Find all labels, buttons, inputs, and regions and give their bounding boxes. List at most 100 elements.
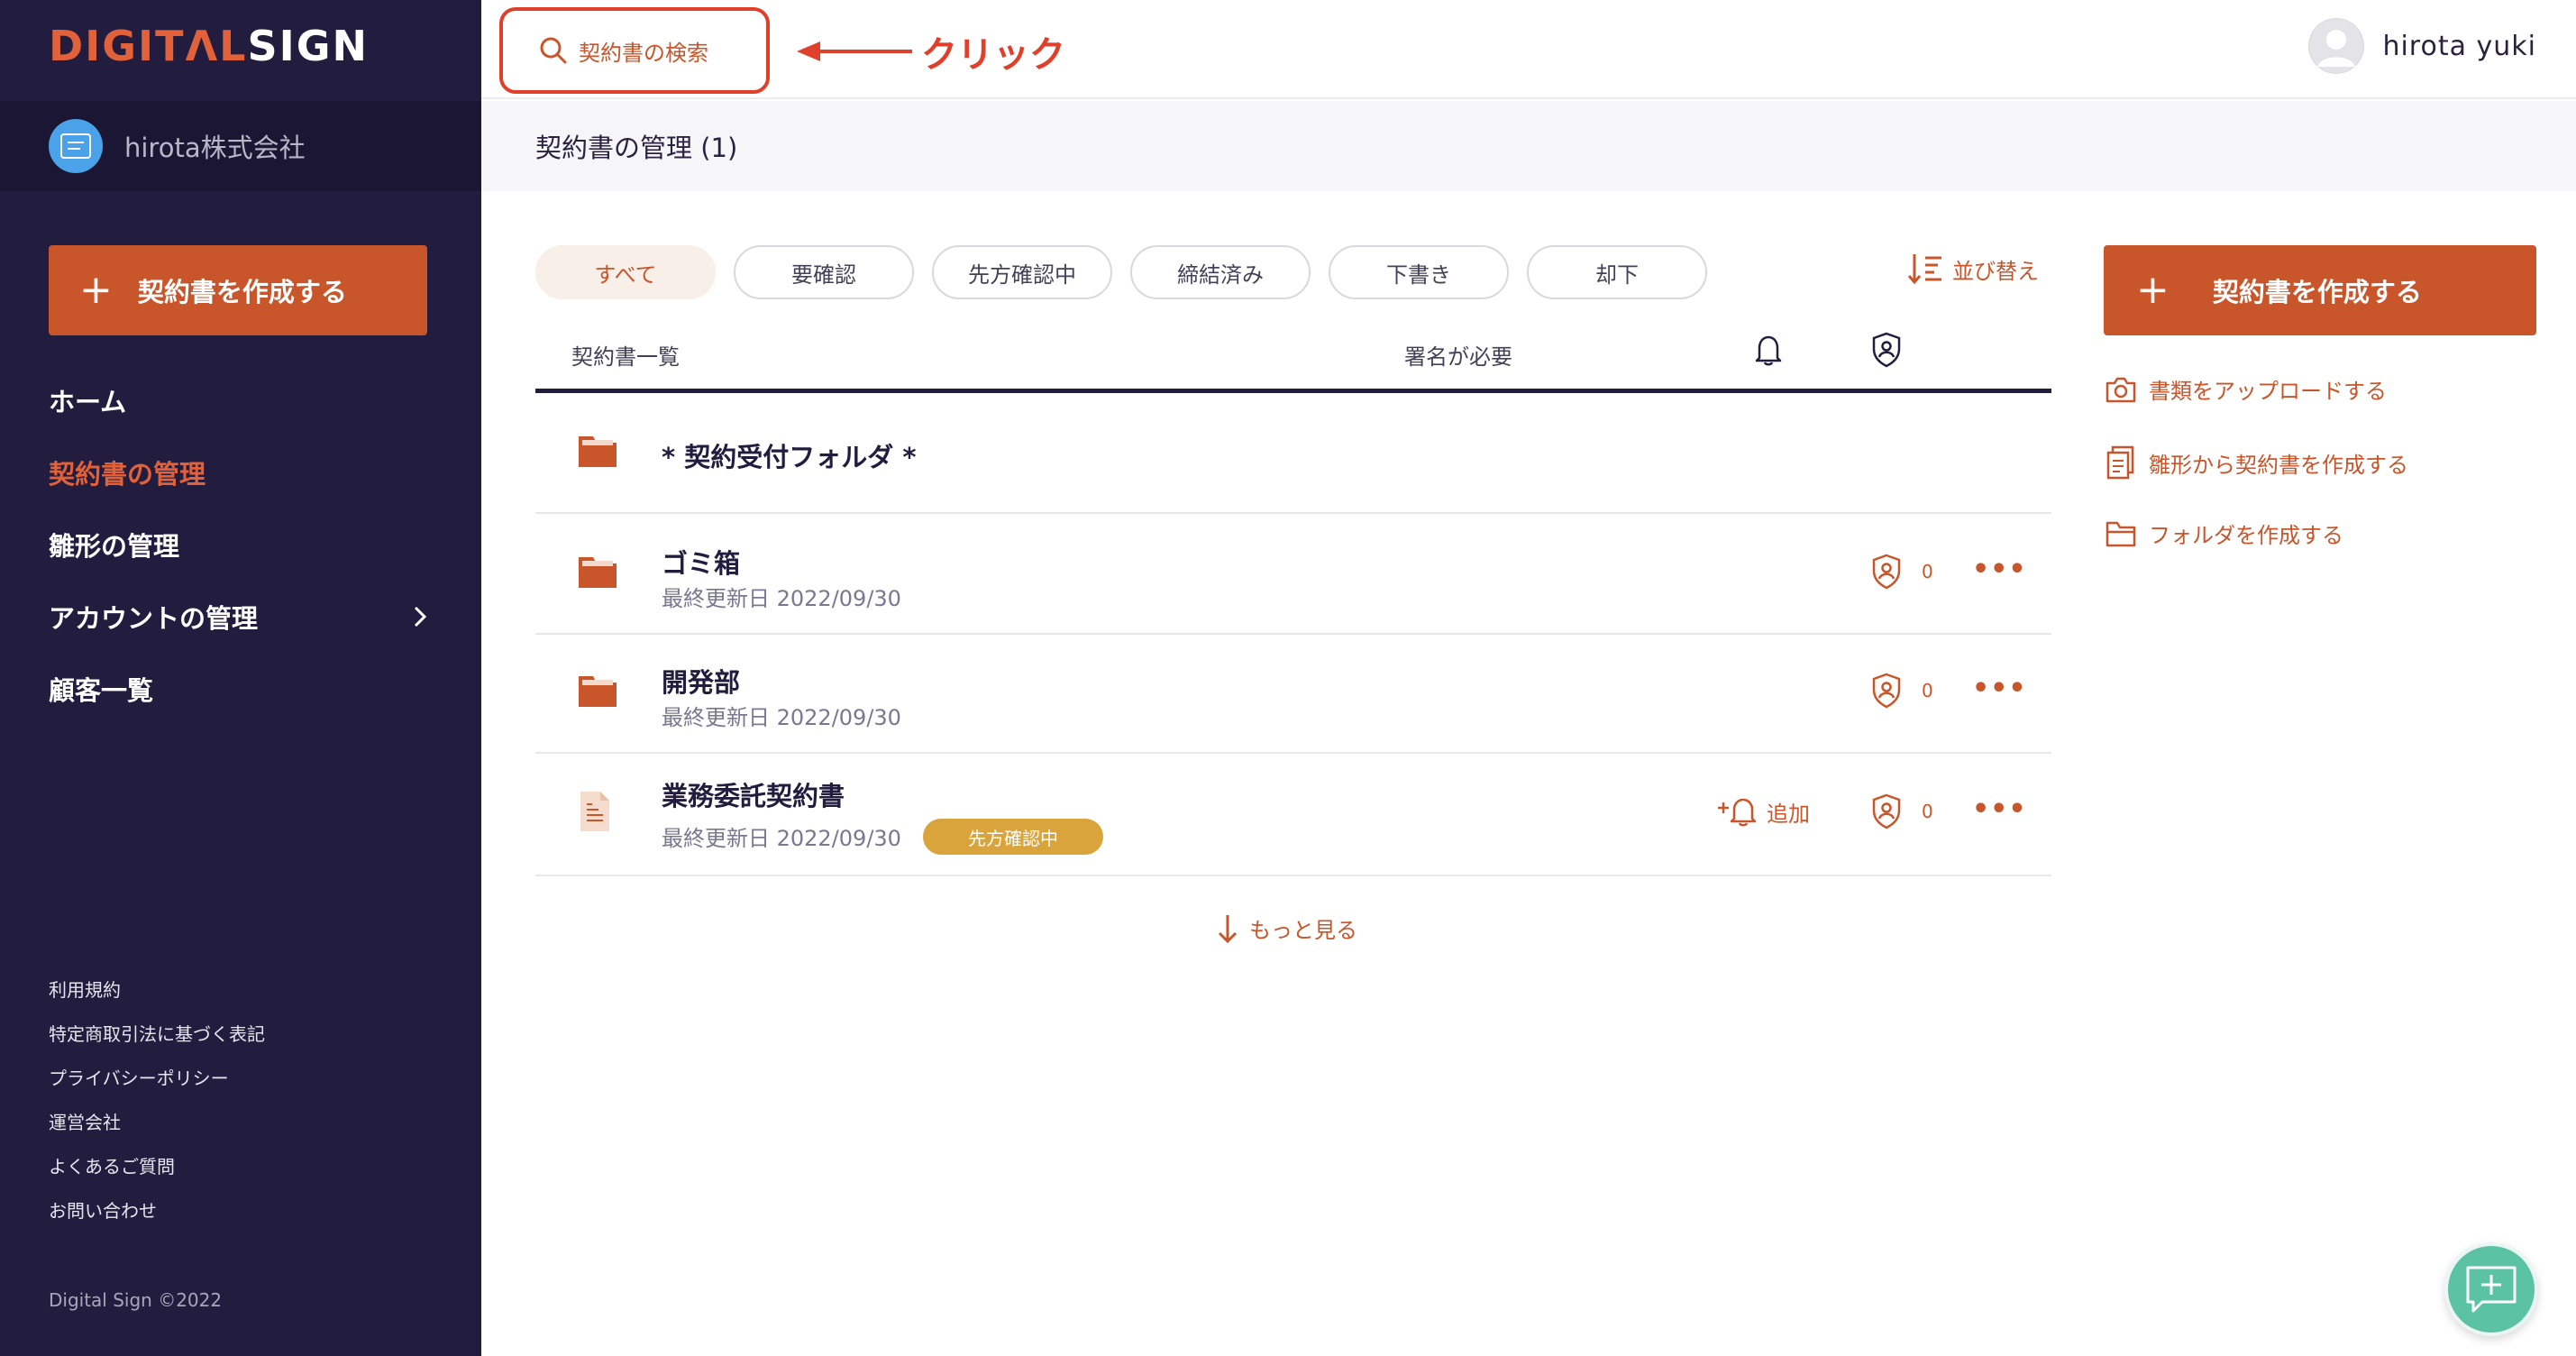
table-row[interactable]: 開発部 最終更新日 2022/09/30 0 ••• [535,635,2051,754]
filter-signed[interactable]: 締結済み [1130,245,1311,299]
sidebar-item-label: アカウントの管理 [49,603,259,634]
footer-link-company[interactable]: 運営会社 [49,1099,265,1143]
signer-count[interactable]: 0 [1871,793,1933,829]
page-title: 契約書の管理 (1) [535,133,738,163]
create-folder-label: フォルダを作成する [2149,523,2343,548]
plus-icon: + [79,267,113,313]
company-logo-icon [60,133,91,159]
user-name: hirota yuki [2382,30,2536,62]
create-from-template-link[interactable]: 雛形から契約書を作成する [2106,445,2408,480]
table-header: 契約書一覧 署名が必要 [535,325,2051,393]
search-label: 契約書の検索 [579,40,708,66]
upload-document-label: 書類をアップロードする [2149,379,2387,404]
row-title: 開発部 [662,667,741,698]
sidebar-item-accounts[interactable]: アカウントの管理 [49,581,427,653]
row-updated-date: 最終更新日 2022/09/30 [662,705,901,730]
see-more-label: もっと見る [1249,918,1357,943]
create-from-template-label: 雛形から契約書を作成する [2149,452,2408,478]
sort-button[interactable]: 並び替え [1907,252,2039,285]
sidebar-item-label: 雛形の管理 [49,531,180,562]
user-avatar [2308,18,2365,74]
row-title: 業務委託契約書 [662,781,845,811]
sort-icon [1907,254,1941,285]
column-contract-list: 契約書一覧 [571,344,680,370]
status-filter-tabs: すべて 要確認 先方確認中 締結済み 下書き 却下 [535,245,1725,299]
logo-text-digit: DIGIT [49,22,186,70]
filter-all[interactable]: すべて [535,245,716,299]
user-icon [2309,19,2364,73]
company-avatar [49,119,103,173]
annotation: クリック [797,25,1065,78]
create-contract-button[interactable]: + 契約書を作成する [2104,245,2536,335]
shield-user-icon [1872,673,1901,709]
chat-fab-button[interactable] [2444,1242,2538,1336]
camera-icon [2106,377,2136,402]
annotation-text: クリック [921,34,1065,76]
search-icon [540,37,567,64]
filter-awaiting-counterparty[interactable]: 先方確認中 [932,245,1112,299]
signer-count[interactable]: 0 [1871,554,1933,590]
table-row[interactable]: ゴミ箱 最終更新日 2022/09/30 0 ••• [535,516,2051,635]
sidebar-nav: ホーム 契約書の管理 雛形の管理 アカウントの管理 顧客一覧 [49,364,427,725]
status-badge: 先方確認中 [923,819,1103,855]
folder-icon [579,557,617,588]
template-icon [2106,445,2134,480]
row-updated-date: 最終更新日 2022/09/30 [662,586,901,611]
add-reminder-label: 追加 [1767,801,1810,827]
sidebar-item-templates[interactable]: 雛形の管理 [49,508,427,581]
shield-user-icon [1872,793,1901,829]
signer-count-value: 0 [1922,801,1933,822]
create-folder-link[interactable]: フォルダを作成する [2106,518,2343,549]
document-icon [580,792,609,831]
filter-rejected[interactable]: 却下 [1527,245,1707,299]
shield-user-icon[interactable] [1871,332,1902,368]
folder-outline-icon [2106,521,2136,546]
more-options-icon[interactable]: ••• [1972,793,2027,825]
top-bar: 契約書の検索 クリック hirota yuki [481,0,2576,99]
sidebar-item-label: ホーム [49,387,127,417]
plus-icon: + [2136,267,2170,313]
filter-needs-review[interactable]: 要確認 [734,245,914,299]
create-contract-button-sidebar[interactable]: + 契約書を作成する [49,245,427,335]
more-options-icon[interactable]: ••• [1972,673,2027,704]
sort-label: 並び替え [1952,258,2039,284]
footer-link-contact[interactable]: お問い合わせ [49,1187,265,1232]
sidebar-item-label: 契約書の管理 [49,459,206,490]
filter-draft[interactable]: 下書き [1329,245,1509,299]
user-menu[interactable]: hirota yuki [2308,18,2536,74]
footer-link-faq[interactable]: よくあるご質問 [49,1143,265,1187]
upload-document-link[interactable]: 書類をアップロードする [2106,373,2387,405]
logo-text-l: L [219,22,248,70]
sidebar: DIGIT Λ L SIGN hirota株式会社 + 契約書を作成する ホーム 契約… [0,0,481,1356]
search-button[interactable]: 契約書の検索 [499,7,770,94]
arrow-down-icon [1218,914,1238,943]
add-reminder-button[interactable]: 追加 [1716,795,1810,828]
sidebar-item-customers[interactable]: 顧客一覧 [49,653,427,725]
logo-text-sign: SIGN [247,22,369,70]
shield-user-icon [1872,554,1901,590]
chevron-right-icon [414,606,427,628]
arrow-left-icon [797,41,912,61]
create-contract-label: 契約書を作成する [2212,277,2422,307]
see-more-button[interactable]: もっと見る [1217,912,1357,944]
company-name: hirota株式会社 [124,133,306,163]
bell-plus-icon [1718,798,1757,827]
footer-link-commerce[interactable]: 特定商取引法に基づく表記 [49,1011,265,1055]
more-options-icon[interactable]: ••• [1972,554,2027,585]
table-row[interactable]: * 契約受付フォルダ * [535,395,2051,514]
row-title: * 契約受付フォルダ * [662,442,917,472]
sidebar-item-contracts[interactable]: 契約書の管理 [49,436,427,508]
footer-link-terms[interactable]: 利用規約 [49,967,265,1011]
bell-icon[interactable] [1754,334,1783,366]
sidebar-item-label: 顧客一覧 [49,675,154,706]
row-updated-date: 最終更新日 2022/09/30 [662,826,901,851]
signer-count[interactable]: 0 [1871,673,1933,709]
company-switcher[interactable]: hirota株式会社 [0,101,481,191]
folder-icon [579,436,617,467]
footer-link-privacy[interactable]: プライバシーポリシー [49,1055,265,1099]
row-title: ゴミ箱 [662,548,741,579]
column-signature-required: 署名が必要 [1404,344,1512,370]
logo[interactable]: DIGIT Λ L SIGN [49,20,369,72]
table-row[interactable]: 業務委託契約書 最終更新日 2022/09/30 先方確認中 追加 0 ••• [535,754,2051,876]
sidebar-item-home[interactable]: ホーム [49,364,427,436]
